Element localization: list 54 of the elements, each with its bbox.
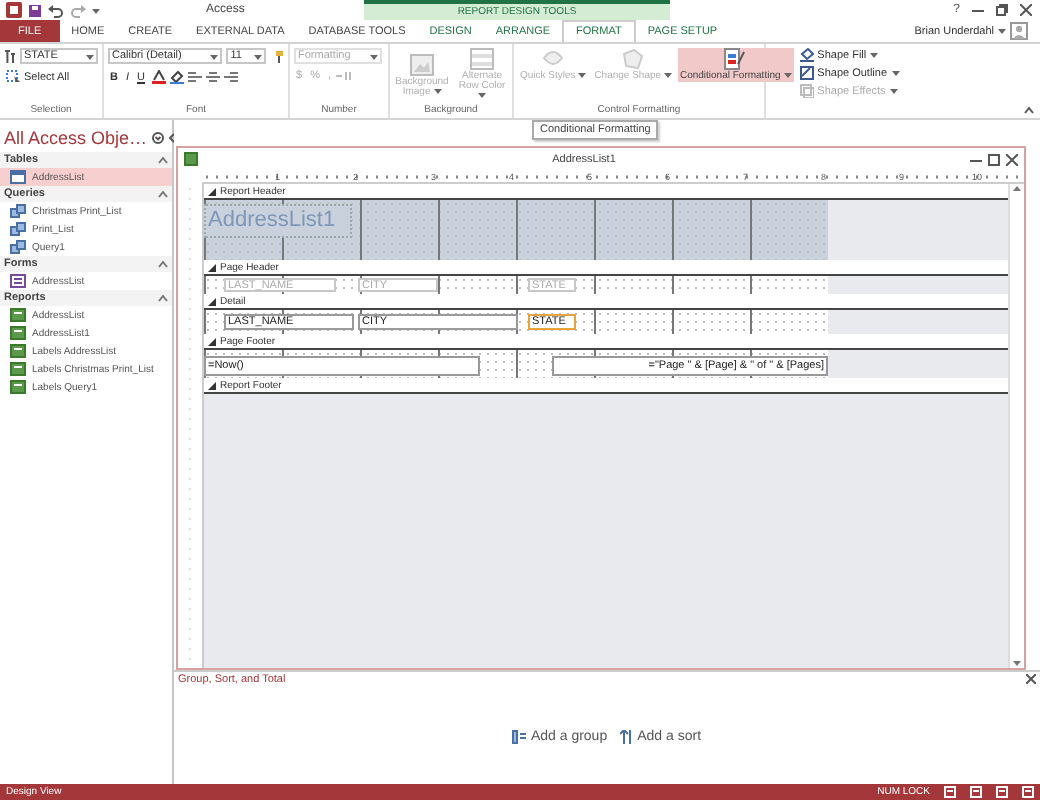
report-icon <box>10 362 26 376</box>
shape-fill-icon <box>799 48 814 62</box>
shape-icon <box>622 48 645 70</box>
undo-icon[interactable] <box>48 3 64 17</box>
format-painter-icon[interactable] <box>270 49 284 63</box>
close-icon[interactable] <box>1020 4 1032 16</box>
quick-styles-icon <box>542 48 565 70</box>
select-icon <box>6 70 20 84</box>
align-left-icon[interactable] <box>187 71 201 83</box>
close-icon[interactable] <box>1006 153 1018 165</box>
close-icon[interactable] <box>1026 674 1036 684</box>
shape-effects-icon <box>799 84 814 98</box>
save-icon[interactable] <box>28 3 42 17</box>
caret-icon <box>86 53 94 59</box>
collapse-ribbon-icon[interactable] <box>1024 106 1034 114</box>
collapse-group-icon[interactable] <box>158 156 168 164</box>
caret-icon <box>578 72 587 78</box>
avatar-icon <box>1010 22 1028 40</box>
report-icon <box>184 152 198 166</box>
pane-title: All Access Obje… <box>4 128 148 148</box>
collapse-group-icon[interactable] <box>158 190 168 198</box>
highlight-icon[interactable] <box>169 70 183 84</box>
table-rows-icon <box>470 48 494 70</box>
caret-icon <box>891 70 900 76</box>
caret-icon <box>478 92 486 98</box>
caret-icon <box>433 87 442 93</box>
caret-icon <box>210 53 219 59</box>
caret-icon <box>370 53 378 59</box>
filter-icon[interactable] <box>151 132 164 144</box>
conditional-format-icon <box>724 48 747 70</box>
restore-icon[interactable] <box>996 4 1008 16</box>
report-icon <box>10 326 26 340</box>
minimize-icon[interactable] <box>972 4 984 16</box>
caret-icon <box>870 52 879 58</box>
report-icon <box>10 344 26 358</box>
app-icon[interactable] <box>6 2 22 18</box>
align-right-icon[interactable] <box>223 71 237 83</box>
caret-icon <box>254 53 262 59</box>
caret-icon <box>889 88 898 94</box>
shape-outline-icon <box>799 66 814 80</box>
picture-icon <box>410 53 434 75</box>
maximize-icon[interactable] <box>988 153 1000 165</box>
scroll-down-icon[interactable] <box>1012 660 1022 668</box>
caret-icon <box>663 72 672 78</box>
report-icon <box>10 380 26 394</box>
collapse-group-icon[interactable] <box>158 260 168 268</box>
caret-icon <box>783 72 792 78</box>
caret-icon <box>998 28 1006 34</box>
collapse-group-icon[interactable] <box>158 294 168 302</box>
font-color-icon[interactable] <box>151 70 165 84</box>
caret-icon <box>92 7 100 13</box>
sort-icon <box>619 729 634 743</box>
group-icon <box>512 729 527 743</box>
align-center-icon[interactable] <box>205 71 219 83</box>
